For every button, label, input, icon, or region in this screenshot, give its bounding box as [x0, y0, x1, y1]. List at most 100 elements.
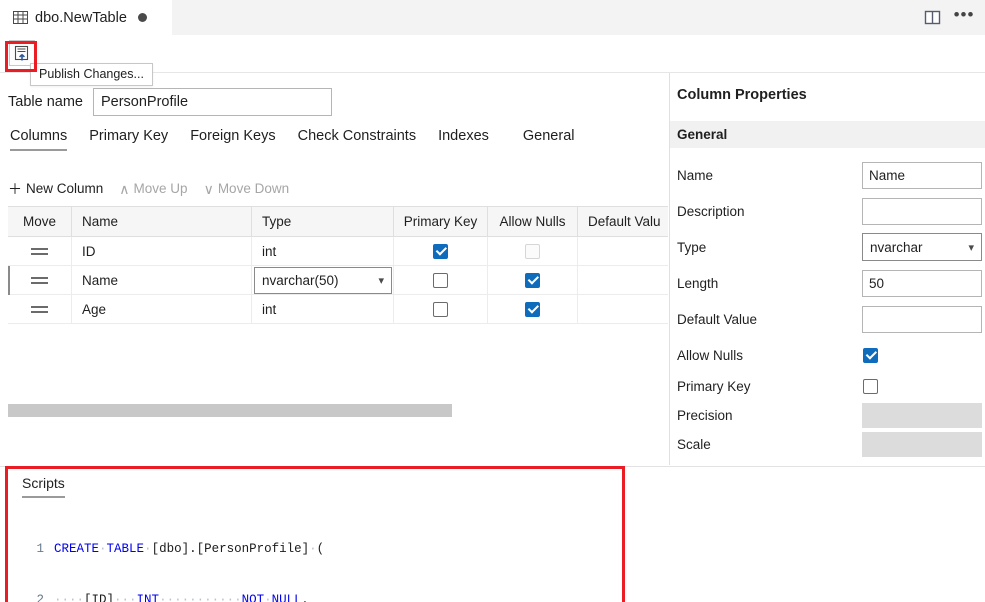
publish-changes-tooltip: Publish Changes...	[30, 63, 153, 86]
property-row-default-value: Default Value	[670, 301, 985, 337]
chevron-up-icon: ∧	[119, 182, 129, 196]
property-primary-key-checkbox[interactable]	[863, 379, 878, 394]
scripts-tab-label[interactable]: Scripts	[22, 475, 65, 498]
more-actions-icon[interactable]: •••	[953, 7, 975, 29]
unsaved-changes-dot	[138, 13, 147, 22]
table-row[interactable]: Name nvarchar(50) ▾	[8, 266, 668, 295]
property-label-precision: Precision	[677, 408, 733, 423]
tab-indexes[interactable]: Indexes	[438, 128, 489, 151]
property-precision-input	[862, 403, 982, 428]
row-move-handle[interactable]	[8, 295, 72, 324]
tab-primary-key[interactable]: Primary Key	[89, 128, 168, 151]
row-move-handle[interactable]	[8, 237, 72, 266]
column-header-primary-key: Primary Key	[394, 206, 488, 237]
table-name-row: Table name	[8, 88, 332, 116]
property-label-length: Length	[677, 276, 718, 291]
publish-changes-icon	[14, 45, 31, 62]
property-row-type: Type nvarchar ▾	[670, 229, 985, 265]
property-label-default-value: Default Value	[677, 312, 757, 327]
designer-tab-strip: Columns Primary Key Foreign Keys Check C…	[10, 128, 574, 151]
property-row-name: Name	[670, 157, 985, 193]
chevron-down-icon: ▾	[968, 241, 974, 254]
row-allow-nulls-cell[interactable]	[488, 295, 578, 324]
row-name-cell[interactable]: ID	[72, 237, 252, 266]
property-row-scale: Scale	[670, 426, 985, 462]
primary-key-checkbox[interactable]	[433, 302, 448, 317]
columns-grid-horizontal-scrollbar[interactable]	[8, 403, 668, 418]
tab-check-constraints[interactable]: Check Constraints	[298, 128, 416, 151]
allow-nulls-checkbox[interactable]	[525, 302, 540, 317]
row-primary-key-cell[interactable]	[394, 266, 488, 295]
drag-handle-icon[interactable]	[31, 248, 48, 255]
editor-tab-actions: •••	[921, 0, 985, 35]
plus-icon: ＋	[8, 182, 22, 196]
code-line: 2····[ID]···INT···········NOT·NULL,	[22, 592, 549, 602]
columns-command-bar: ＋ New Column ∧ Move Up ∨ Move Down	[8, 181, 289, 196]
property-label-allow-nulls: Allow Nulls	[677, 348, 743, 363]
move-down-button[interactable]: ∨ Move Down	[204, 181, 290, 196]
allow-nulls-checkbox[interactable]	[525, 273, 540, 288]
row-name-cell[interactable]: Name	[72, 266, 252, 295]
property-default-value-input[interactable]	[862, 306, 982, 333]
column-header-type: Type	[252, 206, 394, 237]
scripts-pane: Scripts 1CREATE·TABLE·[dbo].[PersonProfi…	[0, 466, 985, 602]
tab-columns[interactable]: Columns	[10, 128, 67, 151]
line-number: 1	[22, 541, 44, 558]
drag-handle-icon[interactable]	[31, 306, 48, 313]
column-header-default-value: Default Valu	[578, 206, 668, 237]
property-description-input[interactable]	[862, 198, 982, 225]
row-allow-nulls-cell[interactable]	[488, 266, 578, 295]
row-allow-nulls-cell[interactable]	[488, 237, 578, 266]
row-type-cell[interactable]: int	[252, 237, 394, 266]
row-name-cell[interactable]: Age	[72, 295, 252, 324]
property-name-input[interactable]	[862, 162, 982, 189]
property-allow-nulls-checkbox[interactable]	[863, 348, 878, 363]
table-row[interactable]: ID int	[8, 237, 668, 266]
row-primary-key-cell[interactable]	[394, 237, 488, 266]
row-type-select[interactable]: nvarchar(50) ▾	[254, 267, 392, 294]
row-primary-key-cell[interactable]	[394, 295, 488, 324]
row-default-value-cell[interactable]	[578, 295, 668, 324]
table-name-input[interactable]	[93, 88, 332, 116]
property-label-primary-key: Primary Key	[677, 379, 751, 394]
property-type-select[interactable]: nvarchar ▾	[862, 233, 982, 261]
property-row-length: Length	[670, 265, 985, 301]
property-type-value: nvarchar	[870, 240, 923, 255]
row-default-value-cell[interactable]	[578, 237, 668, 266]
chevron-down-icon: ∨	[204, 182, 214, 196]
row-type-cell[interactable]: nvarchar(50) ▾	[252, 266, 394, 295]
property-scale-input	[862, 432, 982, 457]
columns-grid: Move Name Type Primary Key Allow Nulls D…	[8, 206, 668, 324]
drag-handle-icon[interactable]	[31, 277, 48, 284]
properties-section-general: General	[670, 121, 985, 148]
scripts-code-area[interactable]: 1CREATE·TABLE·[dbo].[PersonProfile]·( 2·…	[22, 507, 549, 602]
property-length-input[interactable]	[862, 270, 982, 297]
column-properties-title: Column Properties	[677, 87, 807, 103]
row-default-value-cell[interactable]	[578, 266, 668, 295]
scrollbar-thumb[interactable]	[8, 404, 452, 417]
columns-grid-header: Move Name Type Primary Key Allow Nulls D…	[8, 206, 668, 237]
column-header-allow-nulls: Allow Nulls	[488, 206, 578, 237]
tab-foreign-keys[interactable]: Foreign Keys	[190, 128, 275, 151]
chevron-down-icon: ▾	[378, 274, 384, 287]
tab-general[interactable]: General	[523, 128, 575, 151]
column-header-move: Move	[8, 206, 72, 237]
property-row-description: Description	[670, 193, 985, 229]
code-line: 1CREATE·TABLE·[dbo].[PersonProfile]·(	[22, 541, 549, 558]
property-label-description: Description	[677, 204, 745, 219]
split-editor-icon[interactable]	[921, 7, 943, 29]
table-row[interactable]: Age int	[8, 295, 668, 324]
column-properties-pane: Column Properties General Name Descripti…	[669, 73, 985, 465]
primary-key-checkbox[interactable]	[433, 244, 448, 259]
column-header-name: Name	[72, 206, 252, 237]
table-name-label: Table name	[8, 94, 83, 110]
editor-tab-dbo-newtable[interactable]: dbo.NewTable	[0, 0, 172, 35]
new-column-button[interactable]: ＋ New Column	[8, 181, 103, 196]
primary-key-checkbox[interactable]	[433, 273, 448, 288]
editor-tab-bar: dbo.NewTable •••	[0, 0, 985, 35]
row-move-handle[interactable]	[8, 266, 72, 295]
row-type-select-value: nvarchar(50)	[262, 273, 339, 288]
move-down-label: Move Down	[218, 181, 289, 196]
row-type-cell[interactable]: int	[252, 295, 394, 324]
move-up-button[interactable]: ∧ Move Up	[119, 181, 187, 196]
